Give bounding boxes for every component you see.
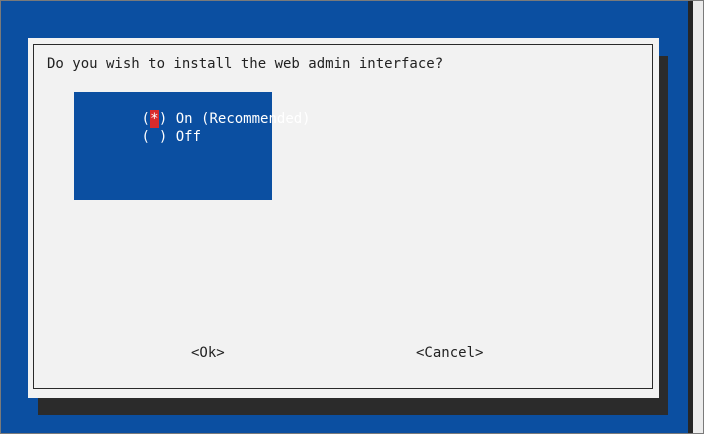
- radio-marker-off[interactable]: [150, 128, 159, 146]
- radio-list: (*) On (Recommended) ( ) Off: [74, 92, 311, 200]
- radio-label-off: Off: [167, 129, 202, 145]
- cancel-button[interactable]: <Cancel>: [416, 344, 483, 362]
- install-dialog: Do you wish to install the web admin int…: [28, 38, 659, 398]
- radio-option-off[interactable]: ( ) Off: [74, 110, 201, 145]
- terminal-edge: [693, 1, 703, 433]
- terminal-screen: Do you wish to install the web admin int…: [0, 0, 704, 434]
- dialog-prompt: Do you wish to install the web admin int…: [47, 56, 444, 72]
- radio-option-on[interactable]: (*) On (Recommended): [74, 92, 311, 128]
- radio-open-paren: (: [141, 129, 150, 145]
- ok-button[interactable]: <Ok>: [191, 344, 225, 362]
